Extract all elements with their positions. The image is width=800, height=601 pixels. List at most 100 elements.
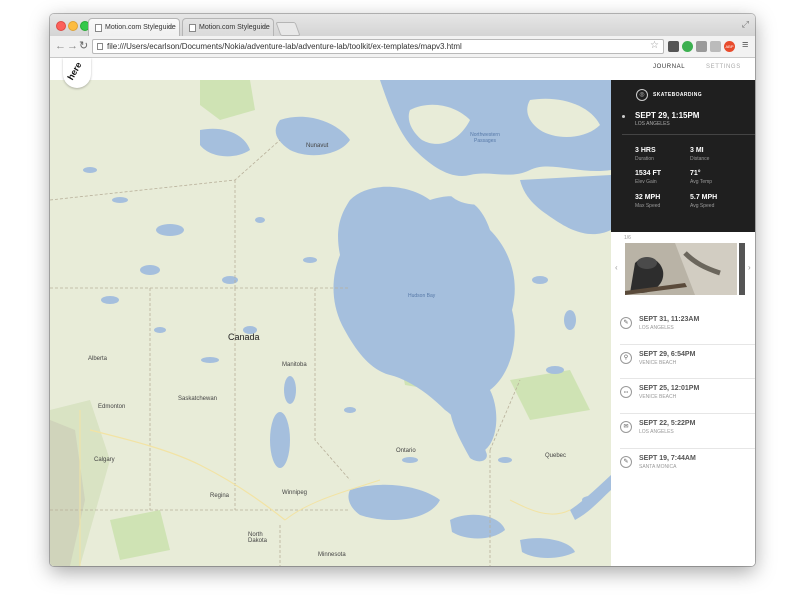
skateboard-icon: ◎	[636, 89, 648, 101]
map-label-passages: Northwestern Passages	[470, 132, 500, 144]
here-logo[interactable]: here	[63, 58, 91, 88]
map-label-north-dakota: North Dakota	[248, 532, 268, 544]
stat-label: Avg Temp	[690, 179, 713, 185]
current-activity-card[interactable]: ◎ SKATEBOARDING SEPT 29, 1:15PM LOS ANGE…	[611, 80, 755, 232]
map-label-edmonton: Edmonton	[98, 404, 126, 410]
map-label-nunavut: Nunavut	[306, 143, 329, 149]
timeline-dot	[622, 115, 625, 118]
map-canvas	[50, 80, 611, 566]
divider	[620, 378, 755, 379]
extension-icon[interactable]	[696, 41, 707, 52]
nav-journal[interactable]: JOURNAL	[653, 64, 685, 70]
tab-strip: Motion.com Styleguide × Motion.com Style…	[50, 14, 755, 36]
fullscreen-icon[interactable]: ⤢	[742, 19, 749, 30]
evernote-extension-icon[interactable]	[682, 41, 693, 52]
reload-button[interactable]: ↻	[79, 40, 88, 52]
next-gallery-photo[interactable]	[739, 243, 745, 295]
map-label-saskatchewan: Saskatchewan	[178, 396, 218, 402]
stat-value: 3 MI	[690, 147, 704, 154]
browser-window: Motion.com Styleguide × Motion.com Style…	[50, 14, 755, 566]
close-window-button[interactable]	[56, 21, 66, 31]
app-header: JOURNAL SETTINGS	[50, 58, 755, 80]
close-tab-icon[interactable]: ×	[262, 23, 267, 32]
journal-entry[interactable]: ⚲ SEPT 29, 6:54PM VENICE BEACH	[611, 344, 755, 382]
entry-date: SEPT 22, 5:22PM	[639, 420, 696, 427]
tab-title: Motion.com Styleguide	[199, 24, 270, 31]
stat-label: Max Speed	[635, 203, 661, 209]
map-label-canada: Canada	[228, 332, 260, 342]
journal-entry[interactable]: ✎ SEPT 31, 11:23AM LOS ANGELES	[611, 313, 755, 347]
entry-location: VENICE BEACH	[639, 394, 677, 400]
activity-location: LOS ANGELES	[635, 121, 670, 127]
stat-label: Avg Speed	[690, 203, 715, 209]
activity-type: SKATEBOARDING	[653, 92, 702, 98]
page-content: JOURNAL SETTINGS here Nunavut Northweste…	[50, 58, 755, 566]
gallery-next-button[interactable]: ›	[748, 263, 751, 272]
browser-tab-1[interactable]: Motion.com Styleguide ×	[88, 18, 180, 36]
stat-label: Elev Gain	[635, 179, 657, 185]
nav-settings[interactable]: SETTINGS	[706, 64, 741, 70]
gallery-photo[interactable]	[625, 243, 737, 295]
stat-value: 32 MPH	[635, 194, 661, 201]
journal-entry[interactable]: ✎ SEPT 19, 7:44AM SANTA MONICA	[611, 448, 755, 486]
stat-label: Distance	[690, 156, 710, 162]
entry-location: LOS ANGELES	[639, 325, 674, 331]
divider	[620, 344, 755, 345]
stat-value: 1534 FT	[635, 170, 662, 177]
page-icon	[189, 24, 196, 32]
pencil-icon: ✎	[620, 317, 632, 329]
map-view[interactable]: Nunavut Northwestern Passages Hudson Bay…	[50, 80, 611, 566]
pin-icon: ⚲	[620, 352, 632, 364]
entry-date: SEPT 31, 11:23AM	[639, 316, 700, 323]
browser-toolbar: ← → ↻ file:///Users/ecarlson/Documents/N…	[50, 36, 755, 58]
glasses-extension-icon[interactable]	[668, 41, 679, 52]
extension-icon[interactable]	[710, 41, 721, 52]
stat-value: 5.7 MPH	[690, 194, 718, 201]
close-tab-icon[interactable]: ×	[168, 23, 173, 32]
menu-icon[interactable]: ≡	[742, 39, 748, 51]
stat-value: 71°	[690, 170, 701, 177]
divider	[622, 134, 755, 135]
forward-button[interactable]: →	[67, 40, 78, 52]
map-label-calgary: Calgary	[94, 457, 115, 463]
pencil-icon: ✎	[620, 456, 632, 468]
stat-value: 3 HRS	[635, 147, 656, 154]
mail-icon: ✉	[620, 421, 632, 433]
entry-location: SANTA MONICA	[639, 464, 677, 470]
entry-date: SEPT 19, 7:44AM	[639, 455, 696, 462]
activity-date: SEPT 29, 1:15PM	[635, 111, 700, 120]
page-icon	[95, 24, 102, 32]
map-label-alberta: Alberta	[88, 356, 108, 362]
url-text: file:///Users/ecarlson/Documents/Nokia/a…	[107, 42, 462, 51]
bookmark-star-icon[interactable]: ☆	[650, 40, 659, 51]
file-icon	[97, 43, 103, 50]
stat-label: Duration	[635, 156, 654, 162]
divider	[620, 448, 755, 449]
divider	[620, 413, 755, 414]
gallery-prev-button[interactable]: ‹	[615, 263, 618, 272]
entry-location: VENICE BEACH	[639, 360, 677, 366]
map-label-hudson-bay: Hudson Bay	[408, 293, 436, 299]
entry-location: LOS ANGELES	[639, 429, 674, 435]
map-label-quebec: Quebec	[545, 453, 567, 459]
journal-entry[interactable]: ✉ SEPT 22, 5:22PM LOS ANGELES	[611, 413, 755, 451]
new-tab-button[interactable]	[275, 22, 301, 36]
map-label-winnipeg: Winnipeg	[282, 490, 308, 496]
journal-sidebar: ◎ SKATEBOARDING SEPT 29, 1:15PM LOS ANGE…	[611, 80, 755, 566]
map-label-minnesota: Minnesota	[318, 552, 346, 558]
back-button[interactable]: ←	[55, 40, 66, 52]
entry-date: SEPT 25, 12:01PM	[639, 385, 700, 392]
entry-date: SEPT 29, 6:54PM	[639, 351, 696, 358]
adblock-extension-icon[interactable]: ABP	[724, 41, 735, 52]
tab-title: Motion.com Styleguide	[105, 24, 176, 31]
journal-entry[interactable]: ••• SEPT 25, 12:01PM VENICE BEACH	[611, 378, 755, 416]
skateboard-photo	[625, 243, 737, 295]
address-bar[interactable]: file:///Users/ecarlson/Documents/Nokia/a…	[92, 39, 664, 54]
minimize-window-button[interactable]	[68, 21, 78, 31]
map-label-manitoba: Manitoba	[282, 362, 307, 368]
chat-icon: •••	[620, 386, 632, 398]
map-label-regina: Regina	[210, 493, 230, 499]
photo-gallery: ‹ ›	[611, 241, 755, 297]
browser-tab-2[interactable]: Motion.com Styleguide ×	[182, 18, 274, 36]
map-label-ontario: Ontario	[396, 448, 416, 454]
